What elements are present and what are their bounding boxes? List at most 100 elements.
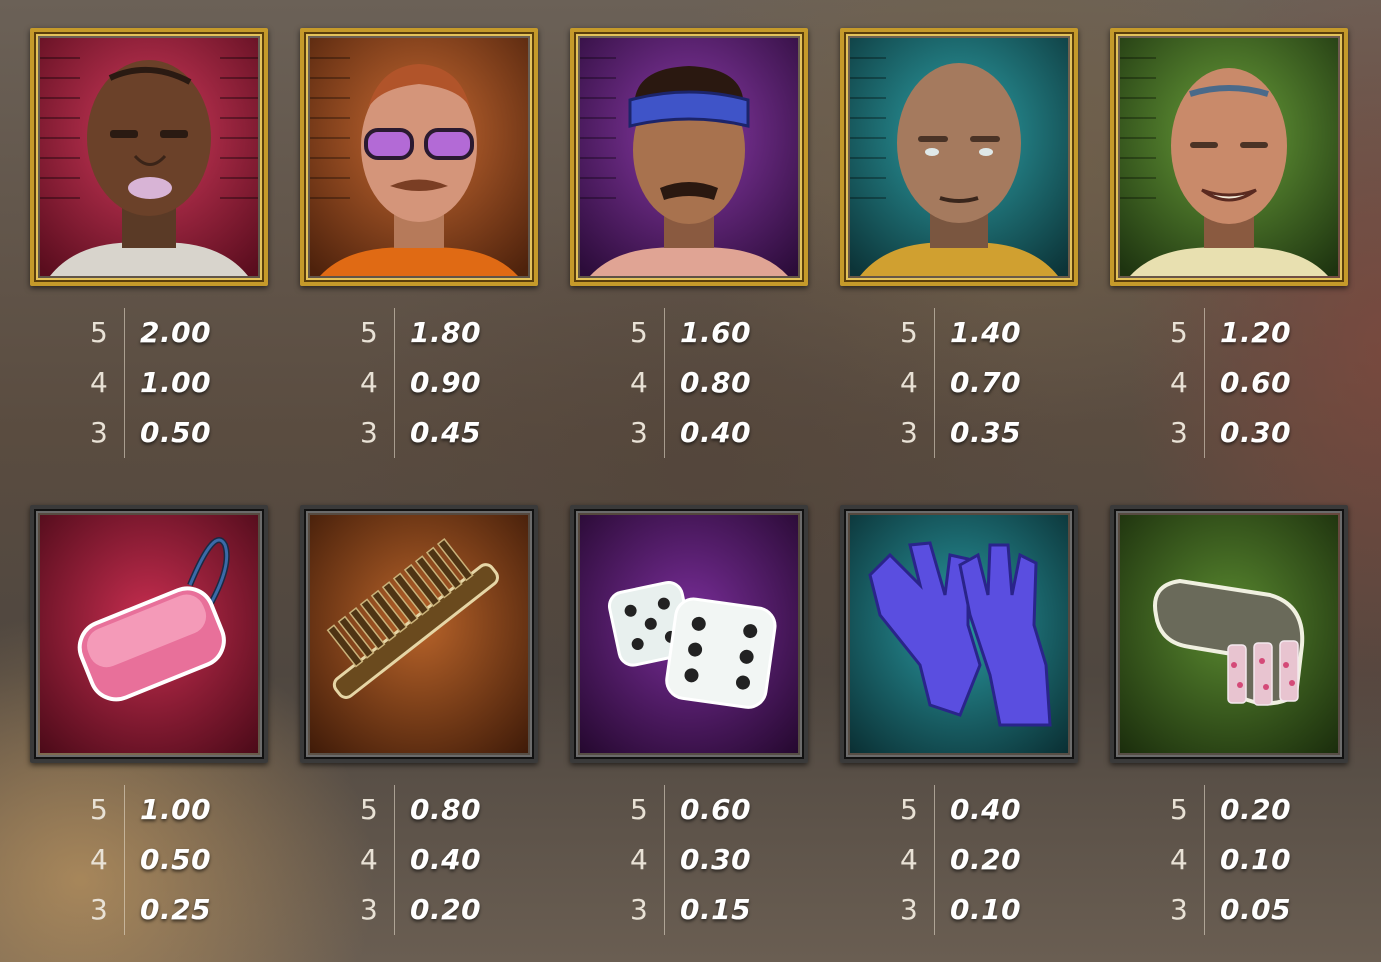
comb-icon — [310, 515, 528, 753]
payout-row: 3 0.15 — [630, 885, 810, 935]
divider — [934, 835, 935, 885]
payout-row: 3 0.45 — [360, 408, 540, 458]
payout-row: 3 0.50 — [90, 408, 270, 458]
symbol-count: 4 — [1170, 366, 1188, 399]
payout-value: 0.05 — [1220, 893, 1292, 926]
prisoner-gang-tattoo-icon — [40, 38, 258, 276]
payout-row: 5 1.60 — [630, 308, 810, 358]
payout-value: 0.40 — [410, 843, 482, 876]
symbol-count: 5 — [1170, 316, 1188, 349]
divider — [394, 358, 395, 408]
divider — [394, 835, 395, 885]
divider — [934, 885, 935, 935]
divider — [664, 785, 665, 835]
symbol-count: 4 — [90, 843, 108, 876]
divider — [1204, 835, 1205, 885]
payout-row: 5 0.40 — [900, 785, 1080, 835]
symbol-count: 3 — [900, 893, 918, 926]
payout-value: 0.35 — [950, 416, 1022, 449]
symbol-count: 4 — [630, 843, 648, 876]
payout-value: 0.20 — [1220, 793, 1292, 826]
payout-row: 5 0.80 — [360, 785, 540, 835]
symbol-frame — [570, 505, 808, 763]
payout-value: 1.00 — [140, 366, 212, 399]
payout-value: 2.00 — [140, 316, 212, 349]
divider — [934, 358, 935, 408]
paytable-grid: 5 2.00 4 1.00 3 0.50 5 1.80 4 0.90 3 0.4… — [0, 0, 1381, 962]
payout-row: 3 0.30 — [1170, 408, 1350, 458]
payout-value: 0.10 — [1220, 843, 1292, 876]
divider — [664, 358, 665, 408]
payout-value: 1.40 — [950, 316, 1022, 349]
payout-row: 5 2.00 — [90, 308, 270, 358]
payout-row: 3 0.25 — [90, 885, 270, 935]
payout-row: 5 1.80 — [360, 308, 540, 358]
payout-row: 4 0.40 — [360, 835, 540, 885]
divider — [664, 835, 665, 885]
payout-row: 4 0.50 — [90, 835, 270, 885]
payout-row: 3 0.20 — [360, 885, 540, 935]
symbol-count: 3 — [360, 416, 378, 449]
symbol-count: 5 — [900, 316, 918, 349]
symbol-count: 5 — [900, 793, 918, 826]
payout-value: 0.30 — [1220, 416, 1292, 449]
payout-value: 0.50 — [140, 843, 212, 876]
payout-value: 0.40 — [950, 793, 1022, 826]
symbol-frame — [570, 28, 808, 286]
symbol-frame — [300, 505, 538, 763]
payout-row: 5 0.60 — [630, 785, 810, 835]
payout-row: 3 0.35 — [900, 408, 1080, 458]
symbol-count: 3 — [900, 416, 918, 449]
payout-row: 4 0.60 — [1170, 358, 1350, 408]
symbol-frame — [1110, 28, 1348, 286]
symbol-count: 4 — [1170, 843, 1188, 876]
payout-row: 4 0.80 — [630, 358, 810, 408]
symbol-frame — [1110, 505, 1348, 763]
symbol-count: 5 — [90, 316, 108, 349]
divider — [124, 308, 125, 358]
prisoner-bald-icon — [850, 38, 1068, 276]
payout-row: 3 0.05 — [1170, 885, 1350, 935]
symbol-frame — [840, 28, 1078, 286]
payout-value: 0.80 — [410, 793, 482, 826]
divider — [394, 408, 395, 458]
divider — [124, 885, 125, 935]
symbol-count: 4 — [360, 843, 378, 876]
payout-value: 0.15 — [680, 893, 752, 926]
soap-icon — [40, 515, 258, 753]
payout-value: 1.20 — [1220, 316, 1292, 349]
payout-row: 3 0.10 — [900, 885, 1080, 935]
symbol-frame — [30, 505, 268, 763]
payout-row: 5 1.00 — [90, 785, 270, 835]
payout-value: 0.40 — [680, 416, 752, 449]
divider — [394, 885, 395, 935]
prisoner-sunglasses-icon — [310, 38, 528, 276]
divider — [124, 408, 125, 458]
payout-value: 0.50 — [140, 416, 212, 449]
payout-row: 4 0.20 — [900, 835, 1080, 885]
divider — [664, 885, 665, 935]
divider — [124, 358, 125, 408]
payout-row: 4 1.00 — [90, 358, 270, 408]
symbol-count: 4 — [90, 366, 108, 399]
dice-icon — [580, 515, 798, 753]
payout-row: 4 0.30 — [630, 835, 810, 885]
payout-value: 0.90 — [410, 366, 482, 399]
symbol-count: 4 — [900, 843, 918, 876]
divider — [934, 308, 935, 358]
symbol-count: 5 — [90, 793, 108, 826]
payout-value: 1.80 — [410, 316, 482, 349]
symbol-count: 4 — [900, 366, 918, 399]
payout-row: 5 0.20 — [1170, 785, 1350, 835]
prisoner-bandana-icon — [580, 38, 798, 276]
gloves-icon — [850, 515, 1068, 753]
divider — [124, 835, 125, 885]
divider — [1204, 785, 1205, 835]
payout-value: 0.20 — [410, 893, 482, 926]
prisoner-lucky7-icon — [1120, 38, 1338, 276]
symbol-frame — [840, 505, 1078, 763]
divider — [934, 408, 935, 458]
symbol-count: 5 — [360, 316, 378, 349]
symbol-count: 3 — [360, 893, 378, 926]
sock-icon — [1120, 515, 1338, 753]
